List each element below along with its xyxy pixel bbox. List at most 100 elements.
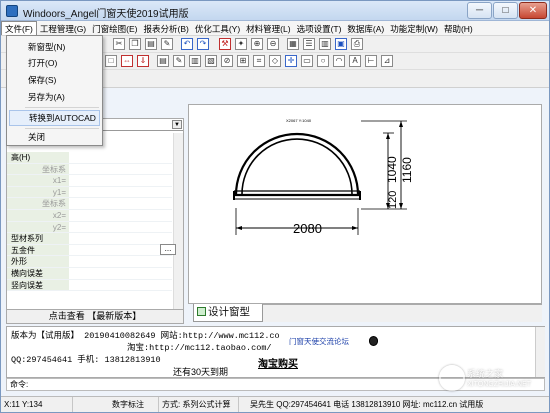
pen-icon[interactable]: ⊘ <box>221 55 233 67</box>
arc-icon[interactable]: ◠ <box>333 55 345 67</box>
property-row[interactable]: 竖向误差 <box>7 279 172 292</box>
menu-drawing[interactable]: 门窗绘图(E) <box>89 22 140 36</box>
frame-icon[interactable]: □ <box>105 55 117 67</box>
property-value[interactable] <box>69 268 172 279</box>
property-value[interactable] <box>69 221 172 233</box>
menu-save-as[interactable]: 另存为(A) <box>9 89 100 105</box>
magic-icon[interactable]: ✦ <box>235 38 247 50</box>
menu-save[interactable]: 保存(S) <box>9 72 100 88</box>
property-row[interactable]: x2= <box>7 210 172 222</box>
paste-icon[interactable]: ▤ <box>145 38 157 50</box>
grid-icon[interactable]: ▦ <box>287 38 299 50</box>
transom-icon[interactable]: ▧ <box>205 55 217 67</box>
measure-icon[interactable]: ⊿ <box>381 55 393 67</box>
list-icon[interactable]: ☰ <box>303 38 315 50</box>
property-name: y1= <box>7 186 69 198</box>
menu-custom[interactable]: 功能定制(W) <box>387 22 441 36</box>
property-row[interactable]: 外形 <box>7 256 172 268</box>
design-icon <box>197 307 206 316</box>
property-row[interactable]: 型材系列 <box>7 233 172 245</box>
latest-version-link[interactable]: 点击查看 【最新版本】 <box>6 309 184 324</box>
offset-height-dimension: 120 <box>387 191 399 209</box>
menu-file[interactable]: 文件(F) <box>1 21 37 35</box>
property-value[interactable] <box>69 152 172 163</box>
maximize-button[interactable]: □ <box>493 2 518 19</box>
window-drawing: X2067 Y:1040 2080 1160 1040 120 <box>233 118 414 236</box>
forum-link[interactable]: 门窗天使交流论坛 <box>289 336 349 347</box>
status-contact: 吴先生 QQ:297454641 电话 13812813910 网址: mc11… <box>250 400 484 409</box>
property-value[interactable] <box>69 256 172 267</box>
property-value[interactable] <box>69 210 172 221</box>
title-bar: Windoors_Angel门窗天使2019试用版 ─ □ ✕ <box>1 1 549 21</box>
arrow-down-icon[interactable]: ⇓ <box>137 55 149 67</box>
property-name: 坐标系 <box>7 163 69 175</box>
tab-design-window[interactable]: 设计窗型 <box>193 304 263 322</box>
property-row[interactable]: x1= <box>7 175 172 187</box>
close-button[interactable]: ✕ <box>519 2 547 19</box>
property-value[interactable] <box>69 186 172 198</box>
menu-optimize[interactable]: 优化工具(Y) <box>192 22 243 36</box>
rect-icon[interactable]: ▭ <box>301 55 313 67</box>
minimize-button[interactable]: ─ <box>467 2 492 19</box>
copy-icon[interactable]: ❐ <box>129 38 141 50</box>
property-scrollbar[interactable] <box>173 133 183 323</box>
menu-material[interactable]: 材料管理(L) <box>243 22 293 36</box>
property-row[interactable]: y2= <box>7 221 172 234</box>
property-value[interactable] <box>69 244 172 256</box>
property-value[interactable] <box>69 233 172 244</box>
menu-new-window[interactable]: 新窗型(N) <box>9 39 100 55</box>
glass-icon[interactable]: ◇ <box>269 55 281 67</box>
cut-icon[interactable]: ✂ <box>113 38 125 50</box>
menu-export-autocad[interactable]: 转换到AUTOCAD <box>9 110 100 126</box>
property-row[interactable]: 五金件 <box>7 244 172 257</box>
menu-open[interactable]: 打开(O) <box>9 55 100 71</box>
taobao-buy-link[interactable]: 淘宝购买 <box>258 355 298 370</box>
status-coords: X:11 Y:134 <box>1 397 73 412</box>
undo-icon[interactable]: ↶ <box>181 38 193 50</box>
panel-icon[interactable]: ▤ <box>157 55 169 67</box>
property-value[interactable] <box>69 198 172 209</box>
menu-database[interactable]: 数据库(A) <box>344 22 387 36</box>
grid-tool-icon[interactable]: ⊞ <box>237 55 249 67</box>
redo-icon[interactable]: ↷ <box>197 38 209 50</box>
menu-help[interactable]: 帮助(H) <box>441 22 476 36</box>
sash-icon[interactable]: ✎ <box>173 55 185 67</box>
version-line: 版本为【试用版】 20190410082649 网站:http://www.mc… <box>11 331 280 341</box>
property-row[interactable]: 横向误差 <box>7 268 172 280</box>
zoom-out-icon[interactable]: ⊖ <box>267 38 279 50</box>
property-row[interactable]: 坐标系 <box>7 163 172 176</box>
mullion-icon[interactable]: ▥ <box>189 55 201 67</box>
qq-icon[interactable] <box>369 336 378 346</box>
property-value[interactable] <box>69 175 172 186</box>
text-icon[interactable]: A <box>349 55 361 67</box>
menu-close[interactable]: 关闭 <box>9 129 100 145</box>
zoom-in-icon[interactable]: ⊕ <box>251 38 263 50</box>
print-icon[interactable]: ⎙ <box>351 38 363 50</box>
command-label: 命令: <box>10 380 29 389</box>
property-value[interactable] <box>69 163 172 175</box>
watermark-url: XITONGZHIJIA.NET <box>467 381 532 388</box>
circle-icon[interactable]: ○ <box>317 55 329 67</box>
drawing-canvas[interactable]: X2067 Y:1040 2080 1160 1040 120 <box>188 104 542 304</box>
drawing-label: X2067 Y:1040 <box>286 118 312 123</box>
file-menu-dropdown: 新窗型(N) 打开(O) 保存(S) 另存为(A) 转换到AUTOCAD 关闭 <box>6 35 103 146</box>
pencil-icon[interactable]: ✎ <box>161 38 173 50</box>
property-row[interactable]: 高(H) <box>7 152 172 164</box>
save-icon[interactable]: ▣ <box>335 38 347 50</box>
menu-report[interactable]: 报表分析(B) <box>140 22 191 36</box>
line-tool-icon[interactable]: ⇔ <box>121 55 133 67</box>
menu-options[interactable]: 选项设置(T) <box>294 22 345 36</box>
table-icon[interactable]: ▥ <box>319 38 331 50</box>
menu-project[interactable]: 工程管理(G) <box>37 22 89 36</box>
chevron-down-icon[interactable]: ▼ <box>172 120 182 129</box>
fill-icon[interactable]: ⌗ <box>253 55 265 67</box>
more-button[interactable]: ... <box>160 244 176 255</box>
move-icon[interactable]: ✛ <box>285 55 297 67</box>
dim-icon[interactable]: ⊢ <box>365 55 377 67</box>
tools-icon[interactable]: ⚒ <box>219 38 231 50</box>
property-row[interactable]: y1= <box>7 186 172 199</box>
property-value[interactable] <box>69 279 172 291</box>
status-method: 方式: 系列公式计算 <box>159 397 239 412</box>
width-dimension: 2080 <box>293 221 322 236</box>
property-row[interactable]: 坐标系 <box>7 198 172 210</box>
